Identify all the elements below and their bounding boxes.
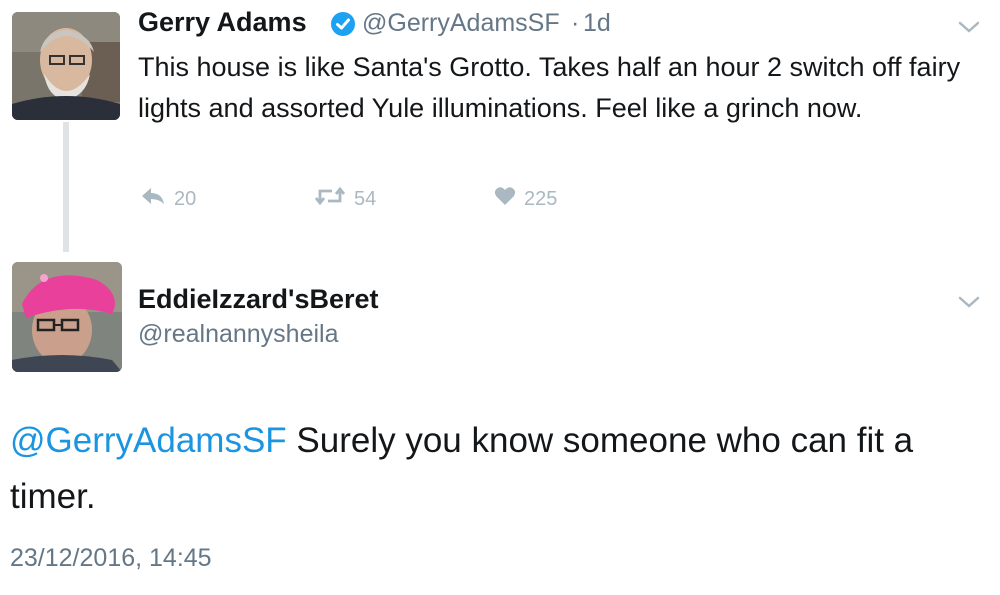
reply-icon xyxy=(140,186,166,212)
author-handle[interactable]: @realnannysheila xyxy=(138,320,339,349)
reply-button[interactable]: 20 xyxy=(140,186,196,212)
retweet-button[interactable]: 54 xyxy=(314,186,376,212)
chevron-down-icon[interactable] xyxy=(958,20,980,34)
tweet-time[interactable]: 1d xyxy=(583,9,611,38)
tweet-timestamp[interactable]: 23/12/2016, 14:45 xyxy=(10,544,212,573)
mention-link[interactable]: @GerryAdamsSF xyxy=(10,421,287,460)
heart-icon xyxy=(494,186,516,212)
reply-count: 20 xyxy=(174,187,197,210)
reply-text: @GerryAdamsSF Surely you know someone wh… xyxy=(10,413,985,525)
chevron-down-icon[interactable] xyxy=(958,295,980,309)
avatar-eddie-izzard-beret[interactable] xyxy=(12,262,122,372)
retweet-count: 54 xyxy=(354,187,377,210)
author-handle[interactable]: @GerryAdamsSF xyxy=(362,9,560,38)
verified-badge-icon xyxy=(330,11,356,37)
author-name[interactable]: Gerry Adams xyxy=(138,7,307,38)
author-name[interactable]: EddieIzzard'sBeret xyxy=(138,284,379,315)
retweet-icon xyxy=(314,186,346,212)
avatar-gerry-adams[interactable] xyxy=(12,12,120,120)
thread-line xyxy=(63,122,69,252)
meta-separator: · xyxy=(571,9,580,37)
like-button[interactable]: 225 xyxy=(494,186,557,212)
like-count: 225 xyxy=(524,187,558,210)
tweet-text: This house is like Santa's Grotto. Takes… xyxy=(138,52,961,123)
